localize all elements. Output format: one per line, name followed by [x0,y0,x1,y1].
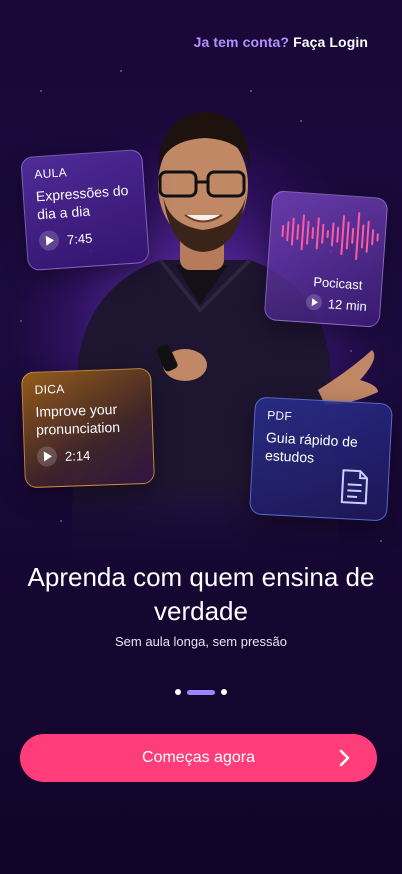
chevron-right-icon [339,749,350,767]
login-link[interactable]: Ja tem conta? Faça Login [194,34,368,50]
page-dot-3[interactable] [221,689,227,695]
page-dot-1[interactable] [175,689,181,695]
tip-title: Improve your pronunciation [35,400,121,438]
lesson-title: Expressões do dia a dia [35,181,129,223]
document-icon [340,469,369,505]
play-icon[interactable] [36,446,58,467]
waveform-icon [281,212,379,261]
pdf-card[interactable]: PDF Guia rápido de estudos [249,396,393,522]
pagination-dots [0,689,402,695]
page-dot-2-active[interactable] [187,689,215,695]
lesson-duration: 7:45 [66,230,93,247]
play-icon[interactable] [305,293,323,311]
subtitle: Sem aula longa, sem pressão [115,634,287,649]
pdf-title: Guia rápido de estudos [264,429,359,466]
lesson-tag: AULA [33,165,68,182]
play-icon[interactable] [38,229,60,252]
podcast-title: Pocicast [312,274,363,293]
pdf-tag: PDF [266,408,293,424]
tip-card[interactable]: DICA Improve your pronunciation 2:14 [21,367,155,489]
onboarding-screen: Ja tem conta? Faça Login AULA Expressões… [0,0,402,874]
get-started-button[interactable]: Começas agora [20,734,377,782]
get-started-label: Começas agora [142,749,255,766]
headline: Aprenda com quem ensina de verdade [27,562,375,626]
tip-duration: 2:14 [64,447,91,464]
podcast-duration: 12 min [327,295,368,314]
podcast-card[interactable]: Pocicast 12 min [263,190,389,328]
tip-tag: DICA [34,381,65,397]
login-action[interactable]: Faça Login [293,34,368,50]
login-question: Ja tem conta? [193,34,290,50]
lesson-card[interactable]: AULA Expressões do dia a dia 7:45 [20,148,150,272]
